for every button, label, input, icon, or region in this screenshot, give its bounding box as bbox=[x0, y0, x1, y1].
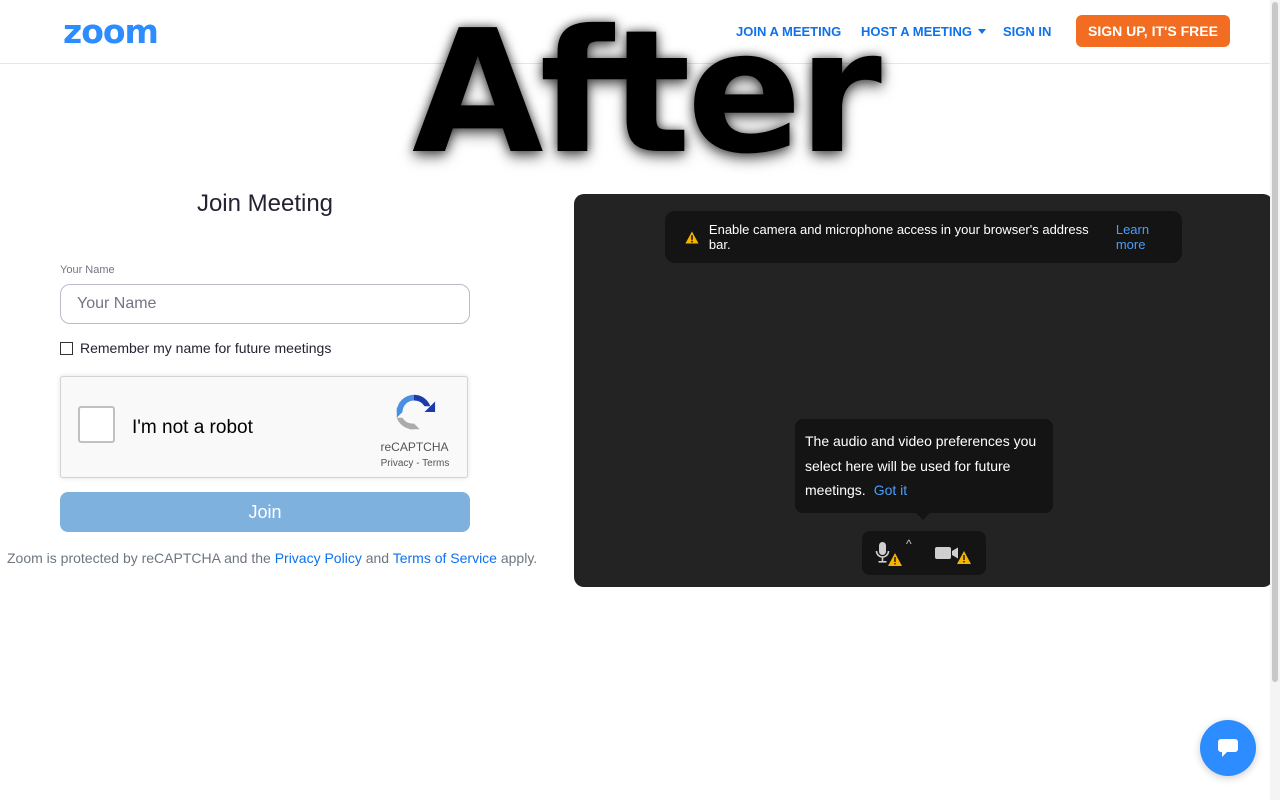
recaptcha-label: I'm not a robot bbox=[132, 417, 253, 438]
recaptcha-checkbox[interactable] bbox=[78, 406, 115, 443]
got-it-link[interactable]: Got it bbox=[874, 482, 907, 498]
terms-of-service-link[interactable]: Terms of Service bbox=[393, 550, 497, 566]
nav-host-meeting[interactable]: HOST A MEETING bbox=[861, 24, 986, 39]
av-controls-bar: ^ bbox=[862, 531, 986, 575]
audio-options-chevron-icon[interactable]: ^ bbox=[906, 537, 912, 551]
microphone-warning-icon[interactable] bbox=[874, 541, 904, 567]
chat-bubble-icon bbox=[1218, 739, 1238, 757]
name-field-label: Your Name bbox=[60, 264, 115, 276]
checkbox-icon[interactable] bbox=[60, 341, 73, 355]
zoom-logo[interactable]: zoom bbox=[63, 14, 159, 50]
chat-support-button[interactable] bbox=[1200, 720, 1256, 776]
privacy-policy-link[interactable]: Privacy Policy bbox=[275, 550, 362, 566]
join-button[interactable]: Join bbox=[60, 492, 470, 532]
recaptcha-terms-link[interactable]: Terms bbox=[422, 458, 449, 469]
recaptcha-widget: I'm not a robot reCAPTCHA Privacy - Term… bbox=[60, 376, 468, 478]
name-input[interactable] bbox=[60, 284, 470, 324]
overlay-caption: After bbox=[412, 0, 882, 192]
permission-notice: Enable camera and microphone access in y… bbox=[665, 211, 1182, 263]
chevron-down-icon bbox=[977, 29, 986, 35]
legal-notice: Zoom is protected by reCAPTCHA and the P… bbox=[7, 550, 537, 566]
recaptcha-privacy-link[interactable]: Privacy bbox=[381, 458, 414, 469]
remember-name-checkbox[interactable]: Remember my name for future meetings bbox=[60, 340, 331, 356]
legal-suffix: apply. bbox=[496, 550, 538, 566]
preferences-tooltip-text: The audio and video preferences you sele… bbox=[805, 433, 1037, 498]
recaptcha-links: Privacy - Terms bbox=[373, 458, 457, 469]
nav-sign-in[interactable]: SIGN IN bbox=[1003, 24, 1051, 39]
legal-prefix: Zoom is protected by reCAPTCHA and the bbox=[7, 550, 275, 566]
legal-middle: and bbox=[361, 550, 393, 566]
warning-icon bbox=[685, 231, 699, 243]
recaptcha-logo-icon bbox=[396, 394, 436, 430]
camera-warning-icon[interactable] bbox=[934, 543, 974, 567]
permission-notice-text: Enable camera and microphone access in y… bbox=[708, 222, 1089, 252]
page-scrollbar-thumb[interactable] bbox=[1272, 2, 1278, 682]
preferences-tooltip: The audio and video preferences you sele… bbox=[795, 419, 1053, 520]
zoom-join-page: zoom JOIN A MEETING HOST A MEETING SIGN … bbox=[0, 0, 1280, 800]
learn-more-link[interactable]: Learn more bbox=[1116, 222, 1182, 252]
tooltip-arrow bbox=[915, 512, 931, 520]
video-preview-panel: Enable camera and microphone access in y… bbox=[574, 194, 1273, 587]
recaptcha-separator: - bbox=[413, 458, 423, 469]
recaptcha-brand: reCAPTCHA bbox=[380, 440, 449, 454]
sign-up-button[interactable]: SIGN UP, IT'S FREE bbox=[1076, 15, 1230, 47]
page-title: Join Meeting bbox=[196, 190, 334, 217]
remember-name-label: Remember my name for future meetings bbox=[80, 340, 332, 356]
